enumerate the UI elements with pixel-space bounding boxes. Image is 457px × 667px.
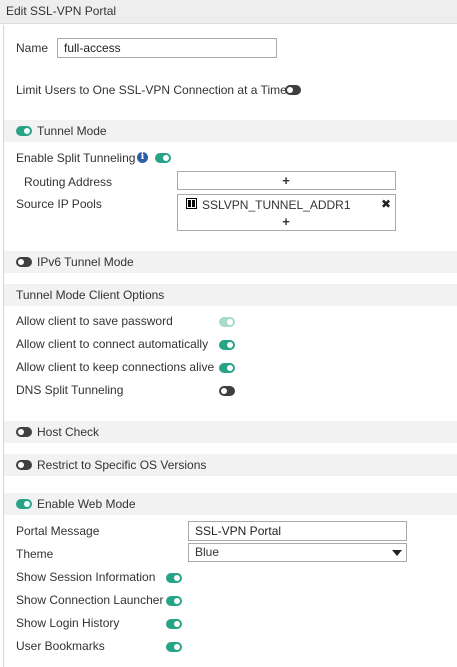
title-bar: Edit SSL-VPN Portal [0,0,457,24]
source-ip-pools-label: Source IP Pools [16,197,102,211]
split-tunneling-toggle[interactable] [155,153,171,163]
keep-alive-label: Allow client to keep connections alive [16,360,215,374]
theme-select[interactable]: Blue [188,543,407,562]
login-history-label: Show Login History [16,616,120,630]
dns-split-tunneling-label: DNS Split Tunneling [16,383,124,397]
theme-selected-value: Blue [195,545,220,559]
connection-launcher-toggle[interactable] [166,596,182,606]
routing-address-add-icon[interactable]: + [280,174,292,187]
remove-pool-icon[interactable]: ✖ [381,197,391,211]
name-label: Name [16,41,49,55]
session-information-label: Show Session Information [16,570,156,584]
web-mode-label: Enable Web Mode [37,497,136,511]
session-information-toggle[interactable] [166,573,182,583]
save-password-label: Allow client to save password [16,314,173,328]
theme-label: Theme [16,547,54,561]
keep-alive-toggle[interactable] [219,363,235,373]
host-check-toggle[interactable] [16,427,32,437]
tunnel-mode-label: Tunnel Mode [37,124,107,138]
routing-address-field[interactable]: + [177,171,396,190]
ipv6-tunnel-mode-label: IPv6 Tunnel Mode [37,255,134,269]
source-ip-pool-add-icon[interactable]: + [280,215,292,228]
info-icon[interactable]: i [137,152,148,163]
connect-automatically-label: Allow client to connect automatically [16,337,209,351]
window-title: Edit SSL-VPN Portal [6,4,117,18]
limit-users-toggle[interactable] [285,85,301,95]
host-check-label: Host Check [37,425,100,439]
ipv6-tunnel-mode-toggle[interactable] [16,257,32,267]
login-history-toggle[interactable] [166,619,182,629]
name-input[interactable]: full-access [57,38,277,58]
limit-users-label: Limit Users to One SSL-VPN Connection at… [16,83,287,97]
dns-split-tunneling-toggle[interactable] [219,386,235,396]
restrict-os-toggle[interactable] [16,460,32,470]
user-bookmarks-label: User Bookmarks [16,639,105,653]
web-mode-toggle[interactable] [16,499,32,509]
client-options-header: Tunnel Mode Client Options [16,288,165,302]
connect-automatically-toggle[interactable] [219,340,235,350]
restrict-os-label: Restrict to Specific OS Versions [37,458,207,472]
connection-launcher-label: Show Connection Launcher [16,593,164,607]
user-bookmarks-toggle[interactable] [166,642,182,652]
split-tunneling-label: Enable Split Tunneling [16,151,136,165]
source-ip-pools-field: SSLVPN_TUNNEL_ADDR1 ✖ + [177,194,396,231]
address-object-icon [186,198,197,209]
portal-message-input[interactable]: SSL-VPN Portal [188,521,407,541]
tunnel-mode-toggle[interactable] [16,126,32,136]
chevron-down-icon[interactable] [392,550,402,556]
portal-message-label: Portal Message [16,524,100,538]
routing-address-label: Routing Address [24,175,113,189]
source-ip-pool-entry: SSLVPN_TUNNEL_ADDR1 [202,198,351,212]
save-password-toggle[interactable] [219,317,235,327]
